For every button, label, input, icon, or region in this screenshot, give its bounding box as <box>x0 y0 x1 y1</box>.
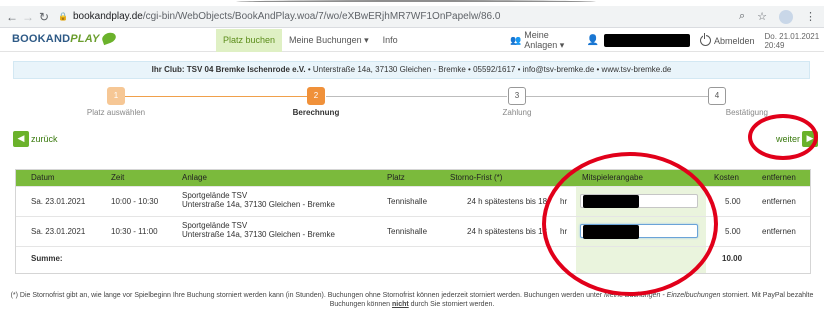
header-storno: Storno-Frist (*) <box>450 173 503 182</box>
row-1-anlage-address: Unterstraße 14a, 37130 Gleichen - Bremke <box>182 200 335 209</box>
row-2-platz: Tennishalle <box>387 227 428 236</box>
user-account[interactable]: 👤 <box>583 34 690 47</box>
header-platz: Platz <box>387 173 405 182</box>
header-datum: Datum <box>31 173 55 182</box>
header-anlage: Anlage <box>182 173 207 182</box>
footnote-emphasis: nicht <box>391 301 409 308</box>
row-1-zeit: 10:00 - 10:30 <box>111 197 159 206</box>
zoom-icon[interactable]: ⌕ <box>739 10 745 23</box>
summe-label: Summe: <box>31 254 63 263</box>
row-1-kosten: 5.00 <box>725 197 741 206</box>
back-arrow-icon[interactable]: ← <box>4 10 20 24</box>
bookandplay-logo[interactable]: BOOKANDPLAY <box>12 30 117 46</box>
extension-icon[interactable] <box>779 9 793 24</box>
step-4-badge: 4 <box>708 87 726 105</box>
stepper-line-3 <box>525 96 708 97</box>
menu-platz-buchen[interactable]: Platz buchen <box>216 29 283 52</box>
ball-icon <box>100 30 117 46</box>
menu-info[interactable]: Info <box>376 29 405 52</box>
row-2-entfernen-link[interactable]: entfernen <box>762 227 796 237</box>
row-1-datum: Sa. 23.01.2021 <box>31 197 86 206</box>
meine-anlagen-label: Meine Anlagen ▾ <box>524 30 565 50</box>
header-zeit: Zeit <box>111 173 125 182</box>
step-3-badge: 3 <box>508 87 526 105</box>
row-2-storno: 24 h spätestens bis 18 <box>467 227 548 236</box>
user-icon: 👤 <box>586 35 599 46</box>
club-info-bar: Ihr Club: TSV 04 Bremke Ischenrode e.V. … <box>13 61 810 79</box>
people-icon: 👥 <box>510 35 522 45</box>
menu-meine-buchungen[interactable]: Meine Buchungen ▾ <box>282 29 376 52</box>
club-details: • Unterstraße 14a, 37130 Gleichen - Brem… <box>305 65 672 74</box>
club-name: Ihr Club: TSV 04 Bremke Ischenrode e.V. <box>151 65 306 74</box>
header-entfernen: entfernen <box>762 173 796 182</box>
kebab-menu-icon[interactable]: ⋮ <box>805 10 816 23</box>
annotation-circle-weiter <box>748 114 818 160</box>
step-1-badge: 1 <box>107 87 125 105</box>
lock-icon: 🔒 <box>58 12 68 21</box>
step-4-label: Bestätigung <box>725 108 768 117</box>
stepper-line-2 <box>326 96 507 97</box>
stepper-line-1 <box>125 96 308 97</box>
row-1-storno: 24 h spätestens bis 18 <box>467 197 548 206</box>
forward-arrow-icon[interactable]: → <box>20 10 36 24</box>
step-2-label: Berechnung <box>292 108 340 117</box>
meine-anlagen-dropdown[interactable]: 👥 Meine Anlagen ▾ <box>510 30 573 51</box>
back-label: zurück <box>31 133 58 144</box>
reload-icon[interactable]: ↻ <box>36 10 52 24</box>
summe-value: 10.00 <box>722 254 743 263</box>
booking-stepper: 1 2 3 4 Platz auswählen Berechnung Zahlu… <box>0 86 824 120</box>
footnote-text-1: (*) Die Stornofrist gibt an, wie lange v… <box>10 292 605 299</box>
browser-toolbar: ← → ↻ 🔒 bookandplay.de /cgi-bin/WebObjec… <box>0 6 824 28</box>
logout-button[interactable]: Abmelden <box>699 33 755 46</box>
current-datetime: Do. 21.01.2021 20:49 <box>764 31 820 50</box>
app-header: BOOKANDPLAY Platz buchen Meine Buchungen… <box>0 29 824 52</box>
url-path: /cgi-bin/WebObjects/BookAndPlay.woa/7/wo… <box>142 11 501 22</box>
row-2-zeit: 10:30 - 11:00 <box>111 227 158 236</box>
step-2-badge: 2 <box>307 87 325 105</box>
row-1-platz: Tennishalle <box>387 197 428 206</box>
header-kosten: Kosten <box>714 173 739 182</box>
step-1-label: Platz auswählen <box>86 108 146 117</box>
star-icon[interactable]: ☆ <box>757 10 767 23</box>
row-2-kosten: 5.00 <box>725 227 741 236</box>
row-2-anlage-address: Unterstraße 14a, 37130 Gleichen - Bremke <box>182 230 335 239</box>
arrow-left-icon: ◀ <box>13 130 29 147</box>
address-bar[interactable]: 🔒 bookandplay.de /cgi-bin/WebObjects/Boo… <box>58 9 739 25</box>
url-host: bookandplay.de <box>72 11 143 22</box>
back-button[interactable]: ◀ zurück <box>13 130 58 147</box>
storno-footnote: (*) Die Stornofrist gibt an, wie lange v… <box>4 291 820 309</box>
redacted-username <box>603 34 690 47</box>
footnote-text-3: durch Sie storniert werden. <box>408 301 495 308</box>
row-1-entfernen-link[interactable]: entfernen <box>762 197 796 207</box>
logout-label: Abmelden <box>713 35 755 46</box>
step-3-label: Zahlung <box>502 108 532 117</box>
user-menu: 👥 Meine Anlagen ▾ 👤 Abmelden Do. 21.01.2… <box>510 29 824 52</box>
annotation-circle-mitspieler <box>542 152 718 296</box>
row-2-datum: Sa. 23.01.2021 <box>31 227 86 236</box>
power-icon <box>699 33 711 46</box>
main-menu: Platz buchen Meine Buchungen ▾ Info <box>216 29 405 52</box>
